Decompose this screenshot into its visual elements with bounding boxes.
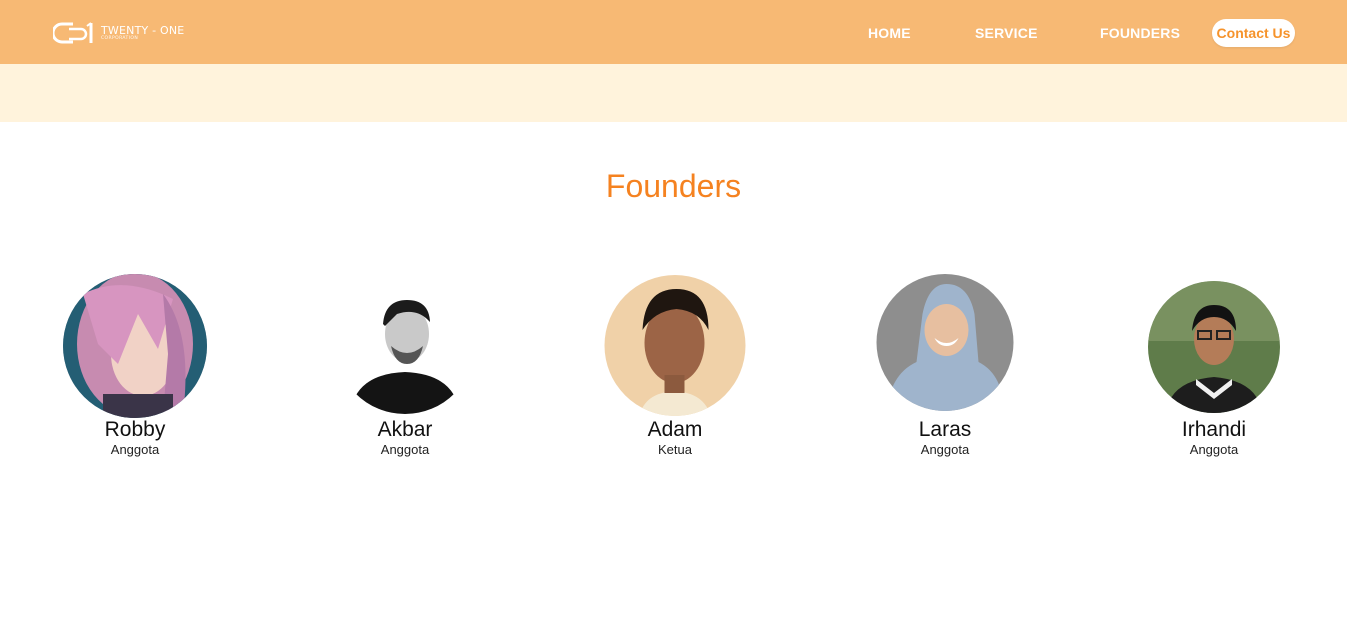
logo-mark-icon — [53, 22, 93, 44]
founder-card: Akbar Anggota — [305, 270, 505, 457]
avatar-irhandi — [1148, 281, 1280, 413]
founder-role: Anggota — [380, 442, 430, 457]
avatar-akbar-image — [335, 274, 475, 414]
avatar-robby — [63, 274, 207, 418]
logo[interactable]: TWENTY - ONE CORPORATION — [53, 19, 184, 47]
founder-card: Laras Anggota — [845, 270, 1045, 457]
logo-subtext: CORPORATION — [101, 36, 139, 41]
avatar-irhandi-image — [1148, 281, 1280, 413]
founder-role: Anggota — [110, 442, 160, 457]
section-title: Founders — [605, 168, 742, 204]
nav-home[interactable]: HOME — [868, 25, 911, 41]
founder-card: Irhandi Anggota — [1114, 270, 1314, 457]
founder-role: Anggota — [920, 442, 970, 457]
founder-role: Anggota — [1189, 442, 1239, 457]
founder-name: Robby — [104, 418, 166, 441]
avatar-adam — [604, 275, 746, 416]
founder-card: Robby Anggota — [35, 270, 235, 457]
avatar-akbar — [335, 274, 475, 414]
hero-banner — [0, 64, 1347, 122]
founder-name: Akbar — [377, 418, 433, 441]
founder-name: Adam — [647, 418, 703, 441]
founder-name: Laras — [918, 418, 972, 441]
navbar: TWENTY - ONE CORPORATION HOME SERVICE FO… — [0, 0, 1347, 64]
contact-us-button[interactable]: Contact Us — [1212, 19, 1295, 47]
avatar-laras — [876, 274, 1014, 411]
founder-role: Ketua — [658, 442, 692, 457]
founder-name: Irhandi — [1181, 418, 1247, 441]
logo-text: TWENTY - ONE — [101, 24, 185, 37]
founder-card: Adam Ketua — [575, 270, 775, 457]
nav-founders[interactable]: FOUNDERS — [1100, 25, 1180, 41]
avatar-robby-image — [63, 274, 207, 418]
avatar-laras-image — [876, 274, 1014, 411]
nav-service[interactable]: SERVICE — [975, 25, 1038, 41]
avatar-adam-image — [604, 275, 746, 416]
